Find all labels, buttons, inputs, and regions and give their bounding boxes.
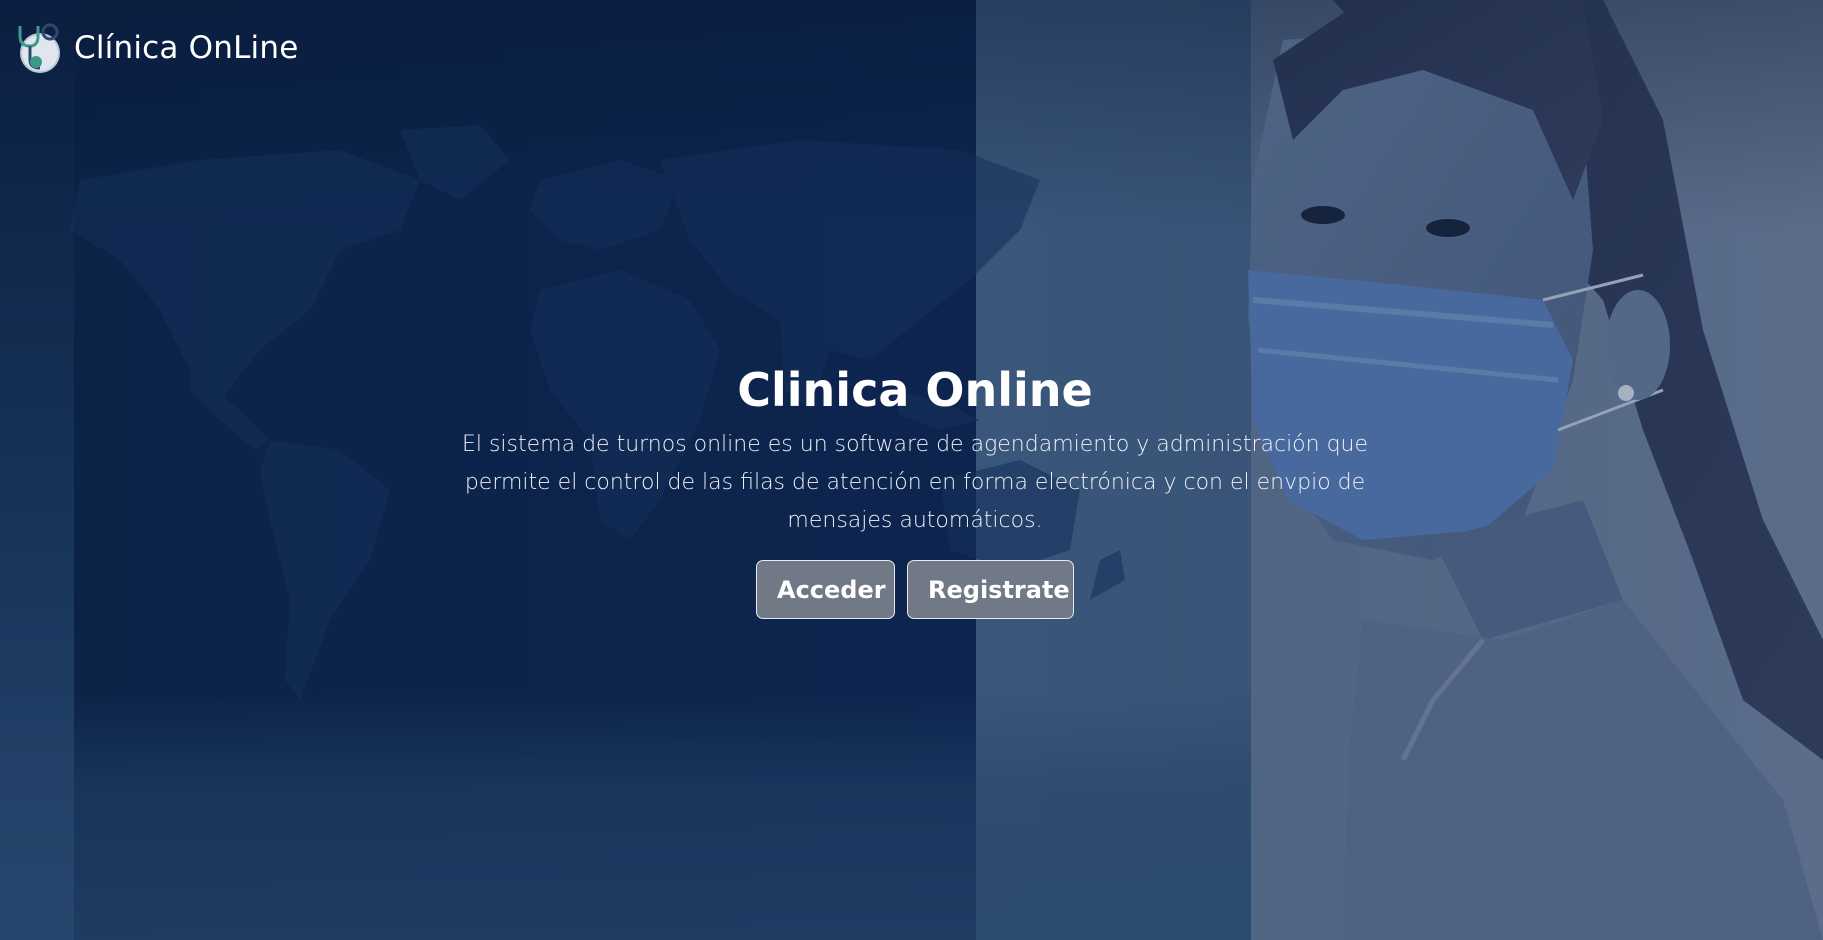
hero-description: El sistema de turnos online es un softwa… — [461, 432, 1369, 533]
stethoscope-icon — [18, 23, 60, 73]
background-floor-shade — [0, 690, 1251, 940]
brand[interactable]: Clínica OnLine — [12, 22, 298, 74]
hero-actions: Acceder Registrate — [450, 560, 1380, 619]
hero-section: Clinica Online El sistema de turnos onli… — [450, 360, 1380, 619]
hero-title: Clinica Online — [737, 363, 1093, 417]
login-button[interactable]: Acceder — [756, 560, 895, 619]
brand-name: Clínica OnLine — [74, 30, 299, 66]
register-button[interactable]: Registrate — [907, 560, 1074, 619]
